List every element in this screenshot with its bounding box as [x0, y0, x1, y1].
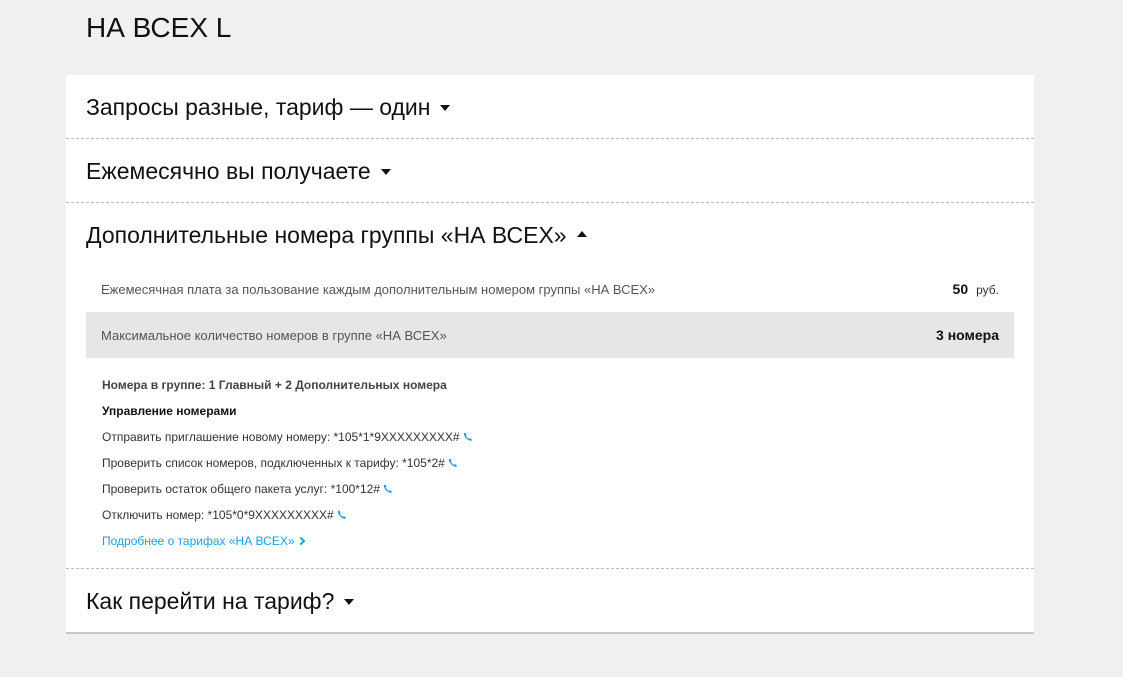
- accordion-section-how-to-switch: Как перейти на тариф?: [66, 569, 1034, 632]
- accordion-header-monthly[interactable]: Ежемесячно вы получаете: [66, 139, 1034, 202]
- caret-down-icon: [344, 598, 355, 605]
- more-tariffs-link[interactable]: Подробнее о тарифах «НА ВСЕХ»: [102, 534, 305, 548]
- accordion-body-extra-numbers: Ежемесячная плата за пользование каждым …: [66, 266, 1034, 568]
- more-link-wrap: Подробнее о тарифах «НА ВСЕХ»: [102, 528, 998, 554]
- accordion-header-how-to-switch[interactable]: Как перейти на тариф?: [66, 569, 1034, 632]
- accordion-header-label: Дополнительные номера группы «НА ВСЕХ»: [86, 221, 567, 248]
- accordion-header-label: Запросы разные, тариф — один: [86, 93, 431, 120]
- info-row-unit: руб.: [976, 283, 999, 297]
- more-link-text: Подробнее о тарифах «НА ВСЕХ»: [102, 534, 295, 548]
- accordion-section-requests: Запросы разные, тариф — один: [66, 75, 1034, 139]
- tariff-accordion: Запросы разные, тариф — один Ежемесячно …: [66, 75, 1034, 634]
- info-row-value-wrap: 50 руб.: [953, 281, 999, 297]
- management-notes: Номера в группе: 1 Главный + 2 Дополните…: [86, 358, 1014, 554]
- command-line: Проверить остаток общего пакета услуг: *…: [102, 476, 998, 502]
- info-row-label: Максимальное количество номеров в группе…: [101, 327, 447, 343]
- command-line: Отключить номер: *105*0*9XXXXXXXXX#: [102, 502, 998, 528]
- info-row-max-numbers: Максимальное количество номеров в группе…: [86, 312, 1014, 358]
- phone-icon[interactable]: [337, 510, 347, 520]
- command-line: Проверить список номеров, подключенных к…: [102, 450, 998, 476]
- phone-icon[interactable]: [383, 484, 393, 494]
- page-title: НА ВСЕХ L: [86, 12, 232, 43]
- command-text[interactable]: Отключить номер: *105*0*9XXXXXXXXX#: [102, 508, 334, 522]
- accordion-header-extra-numbers[interactable]: Дополнительные номера группы «НА ВСЕХ»: [66, 203, 1034, 266]
- command-line: Отправить приглашение новому номеру: *10…: [102, 424, 998, 450]
- phone-icon[interactable]: [448, 458, 458, 468]
- accordion-section-extra-numbers: Дополнительные номера группы «НА ВСЕХ» Е…: [66, 203, 1034, 569]
- accordion-header-label: Как перейти на тариф?: [86, 587, 335, 614]
- command-text[interactable]: Проверить список номеров, подключенных к…: [102, 456, 445, 470]
- chevron-right-icon: [296, 536, 305, 546]
- accordion-section-monthly: Ежемесячно вы получаете: [66, 139, 1034, 203]
- caret-up-icon: [576, 230, 587, 237]
- accordion-header-label: Ежемесячно вы получаете: [86, 157, 371, 184]
- caret-down-icon: [380, 168, 391, 175]
- info-row-value: 3 номера: [936, 327, 999, 343]
- command-text[interactable]: Отправить приглашение новому номеру: *10…: [102, 430, 460, 444]
- info-row-monthly-fee: Ежемесячная плата за пользование каждым …: [86, 266, 1014, 312]
- info-row-value: 50: [952, 281, 969, 297]
- accordion-header-requests[interactable]: Запросы разные, тариф — один: [66, 75, 1034, 138]
- management-heading: Управление номерами: [102, 404, 237, 418]
- caret-down-icon: [440, 104, 451, 111]
- command-text[interactable]: Проверить остаток общего пакета услуг: *…: [102, 482, 380, 496]
- info-row-label: Ежемесячная плата за пользование каждым …: [101, 281, 656, 297]
- group-numbers-text: Номера в группе: 1 Главный + 2 Дополните…: [102, 378, 447, 392]
- phone-icon[interactable]: [463, 432, 473, 442]
